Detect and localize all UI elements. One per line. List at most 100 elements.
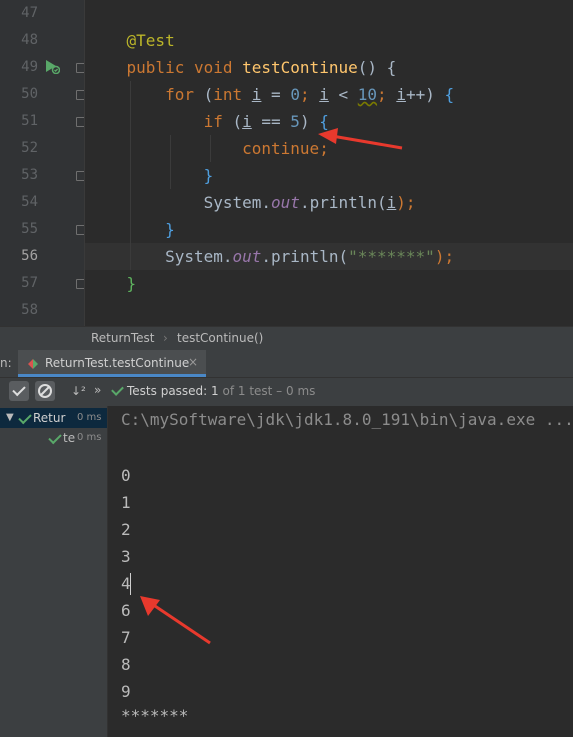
line-number: 55 [21,221,38,237]
run-tool-window-header: n: ReturnTest.testContinue × [0,350,573,378]
console-output-line: 1 [121,493,131,512]
if-keyword: if [203,112,223,131]
test-method-label: te [63,431,76,445]
out-field-token: out [232,247,262,266]
code-line-55: } [88,216,175,243]
code-token: ; [377,85,397,104]
breadcrumb-class[interactable]: ReturnTest [91,331,154,345]
annotation-arrow-output [140,596,211,645]
line-number: 54 [21,194,38,210]
code-line-56: System.out.println("*******"); [88,243,454,270]
loop-var-token: i [386,193,397,212]
test-tree-child[interactable]: te 0 ms [0,428,107,448]
code-token: ); [396,193,416,212]
run-tab-label: ReturnTest.testContinue [45,356,190,370]
modifier-token: public void [126,58,243,77]
code-token: ; [319,139,329,158]
pass-check-icon [111,383,124,396]
code-token: ) [299,112,320,131]
close-tab-icon[interactable]: × [188,355,198,369]
code-token: == [251,112,291,131]
line-number: 58 [21,302,38,318]
console-output-line: ******* [121,706,189,725]
number-token: 0 [290,85,300,104]
code-line-48: @Test [88,27,175,54]
continue-keyword: continue [242,139,320,158]
code-editor[interactable]: 47 48 49 50 51 52 53 54 55 56 57 58 @Tes… [0,0,573,326]
pass-check-icon [48,430,62,445]
line-number: 52 [21,140,38,156]
line-number: 51 [21,113,38,129]
more-actions-icon[interactable]: » [94,383,101,397]
code-token: ); [434,247,455,266]
tests-passed-count: Tests passed: 1 [127,384,219,398]
code-line-54: System.out.println(i); [88,189,416,216]
line-number: 49 [21,59,38,75]
code-line-53: } [88,162,214,189]
test-tree[interactable]: ▼ Retur 0 ms te 0 ms [0,406,108,737]
code-token: .println( [299,193,387,212]
brace-token: { [319,112,329,131]
line-number: 50 [21,86,38,102]
annotation-token: @Test [126,31,175,50]
text-caret [130,573,131,595]
test-toolbar: ↓² » Tests passed: 1 of 1 test – 0 ms [0,378,573,406]
code-token: ( [193,85,214,104]
test-tree-root[interactable]: ▼ Retur 0 ms [0,408,107,428]
breadcrumb: ReturnTest › testContinue() [0,326,573,350]
show-ignored-toggle[interactable] [35,381,55,401]
tests-total-duration: of 1 test – 0 ms [218,384,316,398]
pass-check-icon [18,410,32,425]
gutter-separator [84,0,85,326]
sort-icon[interactable]: ↓² [71,384,86,398]
test-run-icon [28,359,38,369]
code-line-57: } [88,270,137,297]
console-output-line: 6 [121,601,131,620]
run-label: n: [0,356,12,370]
console-output-line: 7 [121,628,131,647]
check-icon [12,382,26,397]
run-tab[interactable]: ReturnTest.testContinue × [18,350,206,377]
test-duration: 0 ms [77,432,102,443]
brace-token: } [203,166,214,185]
test-class-label: Retur [33,411,66,425]
line-number: 57 [21,275,38,291]
code-line-51: if (i == 5) { [88,108,329,135]
code-token: ( [222,112,243,131]
brace-token: } [126,274,137,293]
loop-var-token: i [251,85,262,104]
code-line-52: continue; [88,135,329,162]
number-token: 5 [290,112,300,131]
run-test-icon[interactable] [44,58,60,74]
console-output-line: 2 [121,520,131,539]
int-keyword: int [213,85,243,104]
console-output-line: 3 [121,547,131,566]
loop-var-token: i [396,85,406,104]
code-token: = [261,85,291,104]
brace-token: { [444,85,455,104]
breadcrumb-separator: › [163,331,168,345]
test-duration: 0 ms [77,412,102,423]
signature-tail-token: () { [357,58,397,77]
code-token: < [328,85,358,104]
code-token: System. [165,247,233,266]
loop-var-token: i [242,112,252,131]
code-token: ++) [405,85,445,104]
loop-var-token: i [319,85,329,104]
code-token: ; [299,85,320,104]
code-token: System. [203,193,272,212]
console-output-line: 9 [121,682,131,701]
number-token: 10 [357,85,378,104]
line-number-current: 56 [21,248,38,264]
tests-status: Tests passed: 1 of 1 test – 0 ms [127,384,315,398]
show-passed-toggle[interactable] [9,381,29,401]
method-name-token: testContinue [242,58,358,77]
console-output-line: 0 [121,466,131,485]
console-output[interactable]: C:\mySoftware\jdk\jdk1.8.0_191\bin\java.… [108,406,573,737]
chevron-down-icon[interactable]: ▼ [6,408,14,428]
code-token: .println( [261,247,349,266]
out-field-token: out [271,193,300,212]
breadcrumb-method[interactable]: testContinue() [177,331,263,345]
brace-token: } [165,220,175,239]
code-line-49: public void testContinue() { [88,54,397,81]
